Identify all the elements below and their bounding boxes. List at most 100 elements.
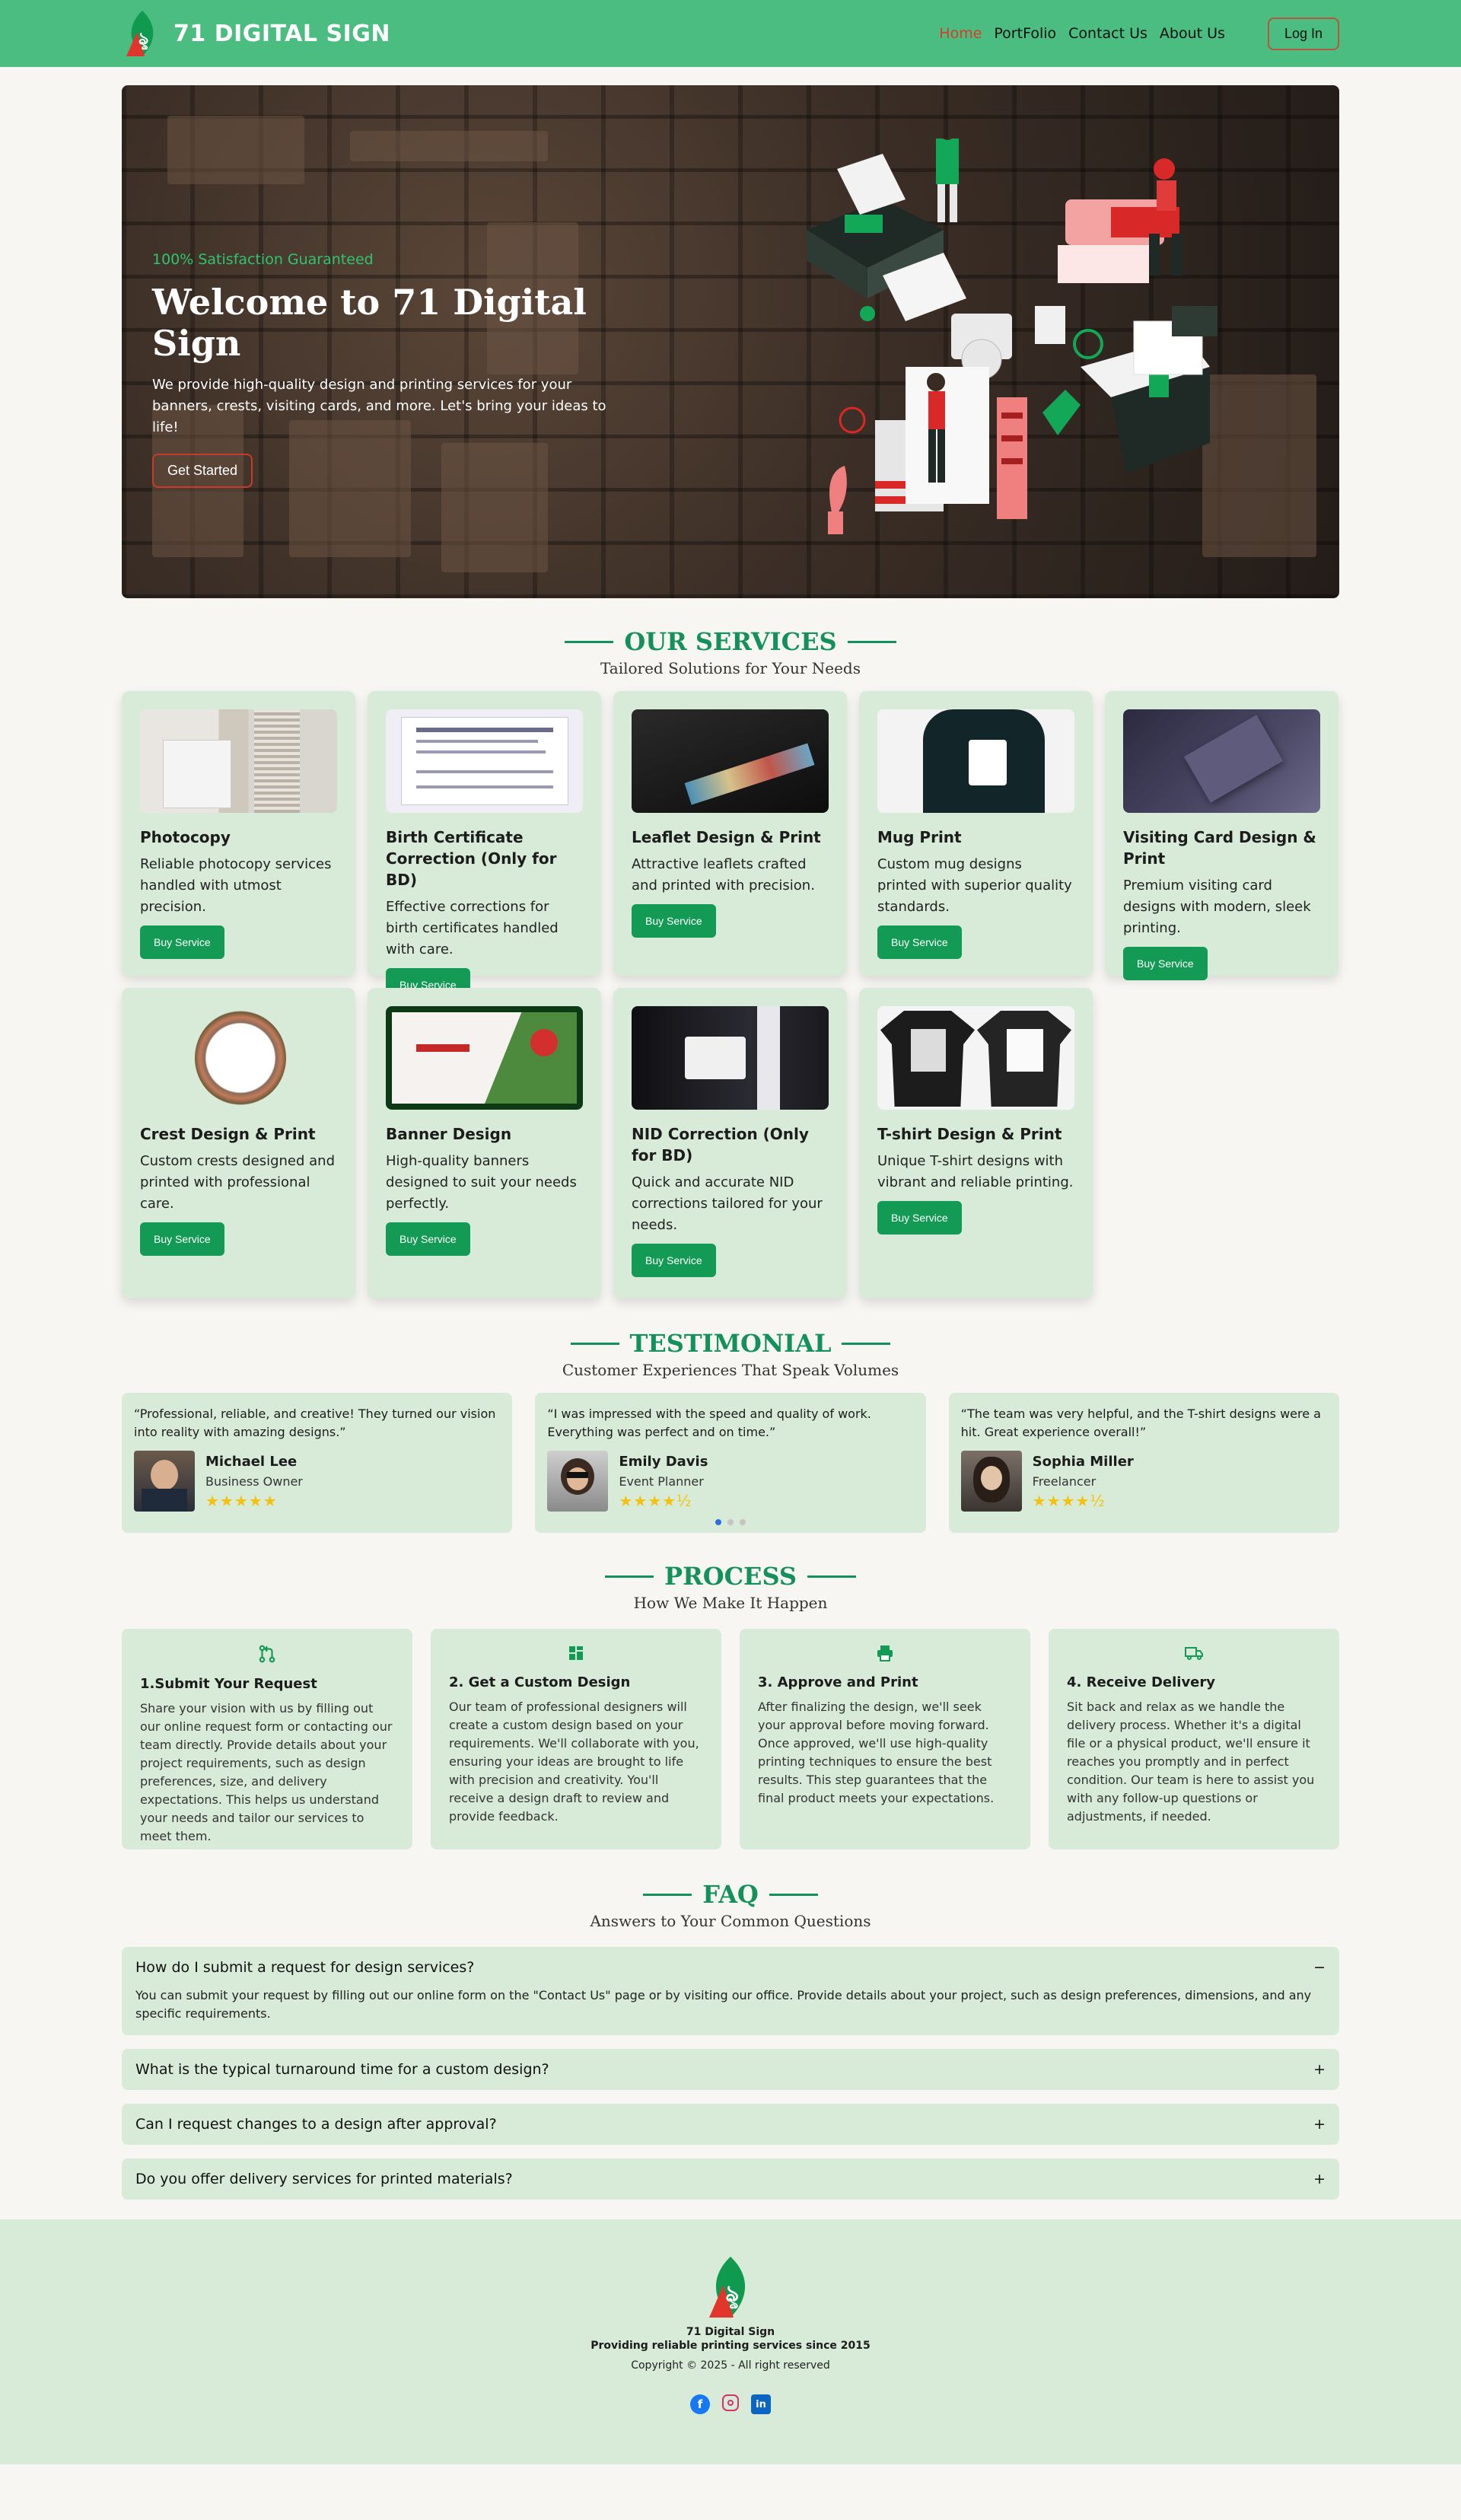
faq-item[interactable]: What is the typical turnaround time for … <box>122 2049 1339 2090</box>
brand-logo-icon: ৡ <box>126 11 154 56</box>
faq-question[interactable]: Do you offer delivery services for print… <box>135 2171 513 2187</box>
step-title: 1.Submit Your Request <box>140 1676 317 1692</box>
crest-image <box>140 1006 337 1110</box>
service-desc: Custom mug designs printed with superior… <box>877 856 1072 915</box>
nav-about[interactable]: About Us <box>1160 25 1225 42</box>
buy-service-button[interactable]: Buy Service <box>877 1201 962 1235</box>
buy-service-button[interactable]: Buy Service <box>140 925 224 959</box>
services-grid: Photocopy Reliable photocopy services ha… <box>122 691 1339 1298</box>
buy-service-button[interactable]: Buy Service <box>140 1222 224 1256</box>
instagram-icon[interactable] <box>722 2394 739 2411</box>
step-desc: Share your vision with us by filling out… <box>140 1701 393 1843</box>
testimonial-list: “Professional, reliable, and creative! T… <box>122 1393 1339 1533</box>
testimonial-subtitle: Customer Experiences That Speak Volumes <box>562 1361 899 1379</box>
star-rating: ★★★★½ <box>619 1492 692 1510</box>
service-desc: Attractive leaflets crafted and printed … <box>632 856 815 894</box>
carousel-dot[interactable] <box>715 1519 721 1525</box>
testimonial-role: Business Owner <box>205 1474 303 1489</box>
testimonial-title: TESTIMONIAL <box>629 1329 832 1358</box>
process-step: 1.Submit Your Request Share your vision … <box>122 1629 412 1849</box>
process-subtitle: How We Make It Happen <box>633 1594 828 1612</box>
service-name: NID Correction (Only for BD) <box>632 1125 809 1164</box>
footer-name: 71 Digital Sign <box>686 2326 775 2338</box>
service-card-birth-certificate: Birth Certificate Correction (Only for B… <box>368 691 601 1002</box>
nav-contact[interactable]: Contact Us <box>1068 25 1147 42</box>
printer-icon <box>758 1644 1012 1667</box>
services-subtitle: Tailored Solutions for Your Needs <box>600 659 861 677</box>
printing-illustration <box>807 139 1218 534</box>
service-card-mug: Mug Print Custom mug designs printed wit… <box>859 691 1093 976</box>
services-heading: OUR SERVICES Tailored Solutions for Your… <box>122 627 1339 677</box>
testimonial-quote: “I was impressed with the speed and qual… <box>547 1407 871 1439</box>
faq-item[interactable]: Do you offer delivery services for print… <box>122 2158 1339 2200</box>
brand[interactable]: ৡ 71 DIGITAL SIGN <box>122 9 390 58</box>
service-name: Photocopy <box>140 828 231 846</box>
hero-tagline: 100% Satisfaction Guaranteed <box>152 251 374 268</box>
star-rating: ★★★★★ <box>205 1492 278 1510</box>
process-title: PROCESS <box>664 1562 797 1591</box>
service-name: T-shirt Design & Print <box>877 1125 1062 1143</box>
testimonial-name: Emily Davis <box>619 1454 708 1470</box>
service-desc: Unique T-shirt designs with vibrant and … <box>877 1153 1074 1190</box>
star-rating: ★★★★½ <box>1032 1492 1106 1510</box>
carousel-dot[interactable] <box>740 1519 746 1525</box>
faq-item[interactable]: How do I submit a request for design ser… <box>122 1947 1339 2035</box>
service-card-nid: NID Correction (Only for BD) Quick and a… <box>613 988 847 1298</box>
birth-certificate-image <box>386 709 583 813</box>
process-steps: 1.Submit Your Request Share your vision … <box>122 1629 1339 1849</box>
service-card-leaflet: Leaflet Design & Print Attractive leafle… <box>613 691 847 976</box>
footer-copyright: Copyright © 2025 - All right reserved <box>631 2359 830 2372</box>
service-name: Crest Design & Print <box>140 1125 316 1143</box>
svg-text:ৡ: ৡ <box>725 2281 739 2309</box>
step-title: 2. Get a Custom Design <box>449 1674 631 1690</box>
service-name: Mug Print <box>877 828 962 846</box>
photocopy-image <box>140 709 337 813</box>
hero-text: 100% Satisfaction Guaranteed Welcome to … <box>152 251 624 488</box>
nav-home[interactable]: Home <box>939 25 982 42</box>
service-desc: Quick and accurate NID corrections tailo… <box>632 1174 823 1233</box>
buy-service-button[interactable]: Buy Service <box>632 1244 716 1277</box>
service-name: Visiting Card Design & Print <box>1123 828 1316 868</box>
buy-service-button[interactable]: Buy Service <box>877 925 962 959</box>
facebook-icon[interactable]: f <box>690 2394 710 2414</box>
collapse-icon[interactable]: − <box>1313 1959 1326 1976</box>
buy-service-button[interactable]: Buy Service <box>386 1222 470 1256</box>
linkedin-icon[interactable]: in <box>751 2394 771 2414</box>
faq-question[interactable]: Can I request changes to a design after … <box>135 2116 497 2133</box>
buy-service-button[interactable]: Buy Service <box>632 904 716 938</box>
step-title: 3. Approve and Print <box>758 1674 918 1690</box>
leaflet-image <box>632 709 829 813</box>
service-name: Banner Design <box>386 1125 512 1143</box>
navbar: ৡ 71 DIGITAL SIGN Home PortFolio Contact… <box>0 0 1461 67</box>
social-links: f in <box>0 2394 1461 2414</box>
buy-service-button[interactable]: Buy Service <box>1123 947 1208 980</box>
brand-name: 71 DIGITAL SIGN <box>173 20 390 47</box>
faq-question[interactable]: How do I submit a request for design ser… <box>135 1959 474 1976</box>
expand-icon[interactable]: + <box>1313 2171 1326 2187</box>
faq-heading: FAQ Answers to Your Common Questions <box>122 1880 1339 1930</box>
avatar <box>960 1451 1022 1512</box>
delivery-truck-icon <box>1067 1644 1321 1667</box>
service-name: Birth Certificate Correction (Only for B… <box>386 828 557 889</box>
design-grid-icon <box>449 1644 703 1667</box>
carousel-dot[interactable] <box>727 1519 734 1525</box>
nav-portfolio[interactable]: PortFolio <box>994 25 1056 42</box>
git-pull-request-icon <box>140 1644 394 1668</box>
expand-icon[interactable]: + <box>1313 2061 1326 2078</box>
login-button[interactable]: Log In <box>1267 17 1339 50</box>
nid-image <box>632 1006 829 1110</box>
step-desc: Our team of professional designers will … <box>449 1700 699 1824</box>
faq-subtitle: Answers to Your Common Questions <box>590 1912 871 1930</box>
service-card-visiting-card: Visiting Card Design & Print Premium vis… <box>1105 691 1338 980</box>
testimonial-name: Michael Lee <box>205 1454 298 1470</box>
visiting-card-image <box>1123 709 1320 813</box>
faq-question[interactable]: What is the typical turnaround time for … <box>135 2061 549 2078</box>
hero-banner: 100% Satisfaction Guaranteed Welcome to … <box>122 85 1339 598</box>
expand-icon[interactable]: + <box>1313 2116 1326 2133</box>
service-card-crest: Crest Design & Print Custom crests desig… <box>122 988 355 1298</box>
faq-item[interactable]: Can I request changes to a design after … <box>122 2104 1339 2145</box>
service-desc: Custom crests designed and printed with … <box>140 1153 335 1212</box>
footer-logo-icon: ৡ <box>709 2257 746 2318</box>
faq-answer: You can submit your request by filling o… <box>135 1988 1312 2021</box>
get-started-button[interactable]: Get Started <box>152 454 253 488</box>
